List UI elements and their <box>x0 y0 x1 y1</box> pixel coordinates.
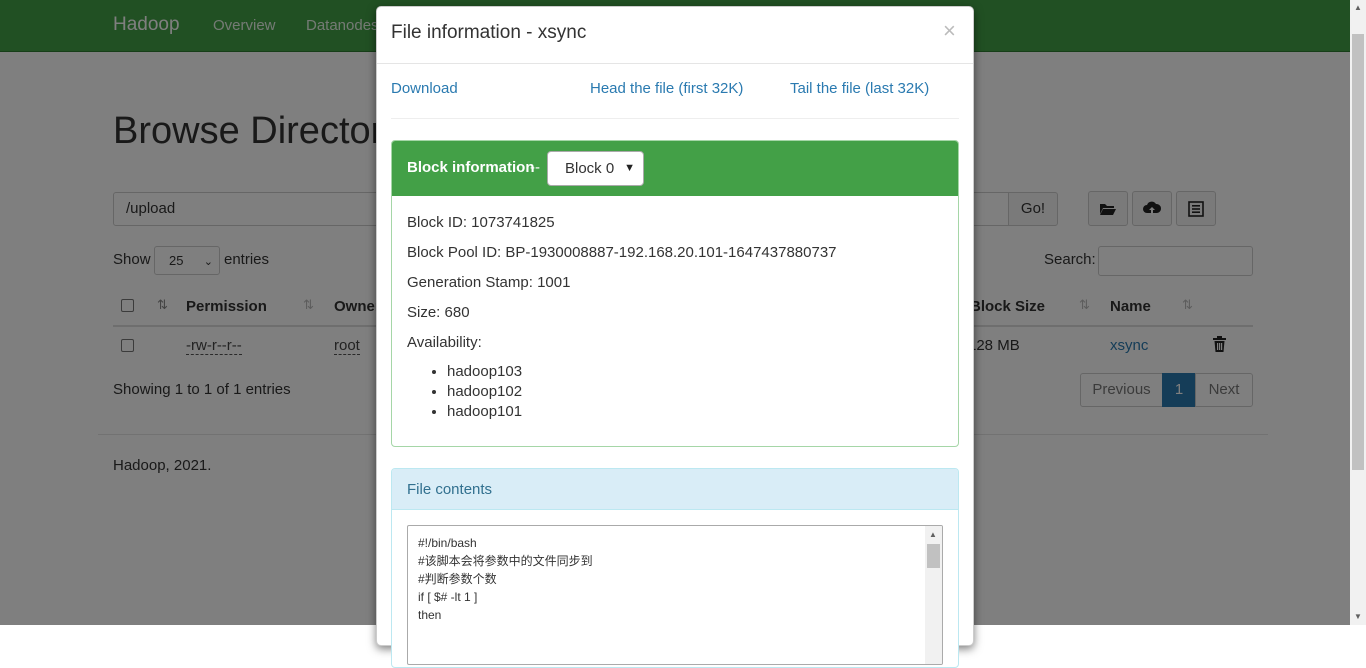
block-pool-id: Block Pool ID: BP-1930008887-192.168.20.… <box>407 244 837 261</box>
textarea-scrollbar[interactable]: ▲ <box>925 526 942 664</box>
file-contents-label: File contents <box>407 481 493 498</box>
availability-label: Availability: <box>407 334 482 351</box>
file-contents-panel: File contents #!/bin/bash #该脚本会将参数中的文件同步… <box>391 468 959 668</box>
list-item: hadoop101 <box>447 402 522 422</box>
modal-header-divider <box>377 63 973 64</box>
page-scrollbar[interactable]: ▲ ▼ <box>1350 0 1366 625</box>
block-id: Block ID: 1073741825 <box>407 214 555 231</box>
chevron-down-icon: ▼ <box>624 162 635 174</box>
scroll-down-arrow-icon[interactable]: ▼ <box>1354 612 1362 621</box>
modal-title: File information - xsync <box>391 22 587 43</box>
block-size: Size: 680 <box>407 304 470 321</box>
list-item: hadoop103 <box>447 362 522 382</box>
file-information-modal: File information - xsync × Download Head… <box>376 6 974 668</box>
close-icon[interactable]: × <box>943 20 956 42</box>
generation-stamp: Generation Stamp: 1001 <box>407 274 571 291</box>
block-select-value: Block 0 <box>565 160 615 177</box>
content-line: then <box>418 608 442 622</box>
file-contents-heading: File contents <box>392 469 958 510</box>
file-contents-textarea[interactable]: #!/bin/bash #该脚本会将参数中的文件同步到 #判断参数个数 if [… <box>407 525 943 665</box>
block-panel-heading: Block information -- Block 0 ▼ <box>392 141 958 196</box>
content-line: #该脚本会将参数中的文件同步到 <box>418 554 593 568</box>
block-information-label: Block information <box>407 159 535 176</box>
links-divider <box>391 118 959 119</box>
download-link[interactable]: Download <box>391 80 458 97</box>
block-information-panel: Block information -- Block 0 ▼ Block ID:… <box>391 140 959 447</box>
content-line: #判断参数个数 <box>418 572 497 586</box>
scroll-up-arrow-icon[interactable]: ▲ <box>1354 3 1362 12</box>
block-heading-separator: -- <box>530 159 540 176</box>
scroll-up-arrow-icon[interactable]: ▲ <box>929 530 937 539</box>
head-file-link[interactable]: Head the file (first 32K) <box>590 80 743 97</box>
list-item: hadoop102 <box>447 382 522 402</box>
page-scrollbar-thumb[interactable] <box>1352 34 1364 470</box>
content-line: #!/bin/bash <box>418 536 477 550</box>
block-select[interactable]: Block 0 ▼ <box>547 151 644 186</box>
availability-list: hadoop103 hadoop102 hadoop101 <box>407 362 522 422</box>
textarea-scrollbar-thumb[interactable] <box>927 544 940 568</box>
file-contents-text: #!/bin/bash #该脚本会将参数中的文件同步到 #判断参数个数 if [… <box>418 534 593 624</box>
tail-file-link[interactable]: Tail the file (last 32K) <box>790 80 929 97</box>
content-line: if [ $# -lt 1 ] <box>418 590 478 604</box>
